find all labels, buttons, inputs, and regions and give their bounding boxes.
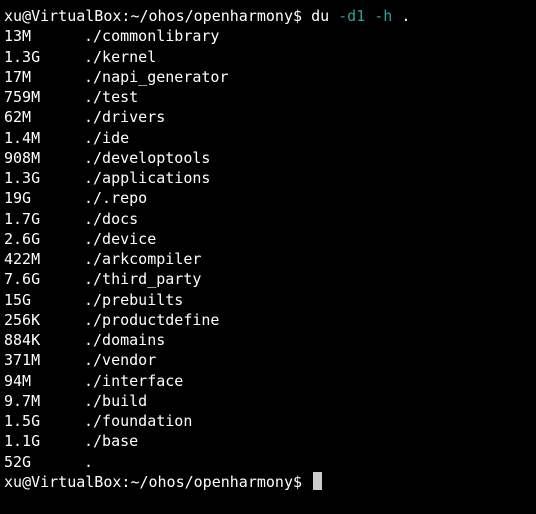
output-row: 2.6G./device	[4, 229, 532, 249]
path-value: ./test	[84, 87, 138, 107]
output-row: 94M./interface	[4, 371, 532, 391]
path-value: ./ide	[84, 128, 129, 148]
path-value: ./drivers	[84, 107, 165, 127]
output-row: 371M./vendor	[4, 350, 532, 370]
size-value: 1.1G	[4, 431, 84, 451]
path-value: ./build	[84, 391, 147, 411]
output-row: 759M./test	[4, 87, 532, 107]
user: xu	[4, 472, 22, 492]
output-row: 1.3G./applications	[4, 168, 532, 188]
size-value: 371M	[4, 350, 84, 370]
output-row: 52G.	[4, 452, 532, 472]
path-value: ./arkcompiler	[84, 249, 201, 269]
path-value: ./device	[84, 229, 156, 249]
dollar: $	[293, 6, 302, 26]
host: VirtualBox	[31, 6, 121, 26]
output-row: 1.4M./ide	[4, 128, 532, 148]
size-value: 1.3G	[4, 47, 84, 67]
output-row: 884K./domains	[4, 330, 532, 350]
path-value: ./napi_generator	[84, 67, 229, 87]
cwd-path: ~/ohos/openharmony	[130, 472, 293, 492]
output-row: 1.1G./base	[4, 431, 532, 451]
size-value: 62M	[4, 107, 84, 127]
path-value: ./kernel	[84, 47, 156, 67]
size-value: 9.7M	[4, 391, 84, 411]
path-value: ./foundation	[84, 411, 192, 431]
output-row: 15G./prebuilts	[4, 290, 532, 310]
size-value: 1.4M	[4, 128, 84, 148]
path-value: ./prebuilts	[84, 290, 183, 310]
colon: :	[121, 6, 130, 26]
colon: :	[121, 472, 130, 492]
output-row: 7.6G./third_party	[4, 269, 532, 289]
output-row: 422M./arkcompiler	[4, 249, 532, 269]
output-row: 13M./commonlibrary	[4, 26, 532, 46]
size-value: 884K	[4, 330, 84, 350]
size-value: 17M	[4, 67, 84, 87]
output-row: 19G./.repo	[4, 188, 532, 208]
path-value: ./docs	[84, 209, 138, 229]
output-row: 1.7G./docs	[4, 209, 532, 229]
command: du	[311, 6, 329, 26]
at-symbol: @	[22, 472, 31, 492]
output-row: 256K./productdefine	[4, 310, 532, 330]
flag-d1: -d1	[338, 6, 365, 26]
path-value: ./third_party	[84, 269, 201, 289]
path-value: ./interface	[84, 371, 183, 391]
size-value: 256K	[4, 310, 84, 330]
path-value: ./.repo	[84, 188, 147, 208]
user: xu	[4, 6, 22, 26]
size-value: 2.6G	[4, 229, 84, 249]
path-value: ./applications	[84, 168, 210, 188]
path-value: ./productdefine	[84, 310, 219, 330]
size-value: 1.3G	[4, 168, 84, 188]
path-value: ./domains	[84, 330, 165, 350]
size-value: 13M	[4, 26, 84, 46]
size-value: 422M	[4, 249, 84, 269]
output-row: 62M./drivers	[4, 107, 532, 127]
path-value: ./developtools	[84, 148, 210, 168]
output-row: 9.7M./build	[4, 391, 532, 411]
size-value: 52G	[4, 452, 84, 472]
size-value: 759M	[4, 87, 84, 107]
output-row: 908M./developtools	[4, 148, 532, 168]
flag-h: -h	[374, 6, 392, 26]
arg-dot: .	[401, 6, 410, 26]
size-value: 1.7G	[4, 209, 84, 229]
cwd-path: ~/ohos/openharmony	[130, 6, 293, 26]
path-value: ./vendor	[84, 350, 156, 370]
size-value: 7.6G	[4, 269, 84, 289]
size-value: 94M	[4, 371, 84, 391]
dollar: $	[293, 472, 302, 492]
path-value: .	[84, 452, 93, 472]
size-value: 19G	[4, 188, 84, 208]
path-value: ./commonlibrary	[84, 26, 219, 46]
command-output: 13M./commonlibrary1.3G./kernel17M./napi_…	[4, 26, 532, 472]
prompt-line-1: xu@VirtualBox:~/ohos/openharmony$ du -d1…	[4, 6, 532, 26]
output-row: 1.5G./foundation	[4, 411, 532, 431]
output-row: 1.3G./kernel	[4, 47, 532, 67]
path-value: ./base	[84, 431, 138, 451]
prompt-line-2[interactable]: xu@VirtualBox:~/ohos/openharmony$	[4, 472, 532, 492]
size-value: 15G	[4, 290, 84, 310]
size-value: 1.5G	[4, 411, 84, 431]
host: VirtualBox	[31, 472, 121, 492]
at-symbol: @	[22, 6, 31, 26]
output-row: 17M./napi_generator	[4, 67, 532, 87]
size-value: 908M	[4, 148, 84, 168]
cursor-icon	[313, 472, 322, 490]
